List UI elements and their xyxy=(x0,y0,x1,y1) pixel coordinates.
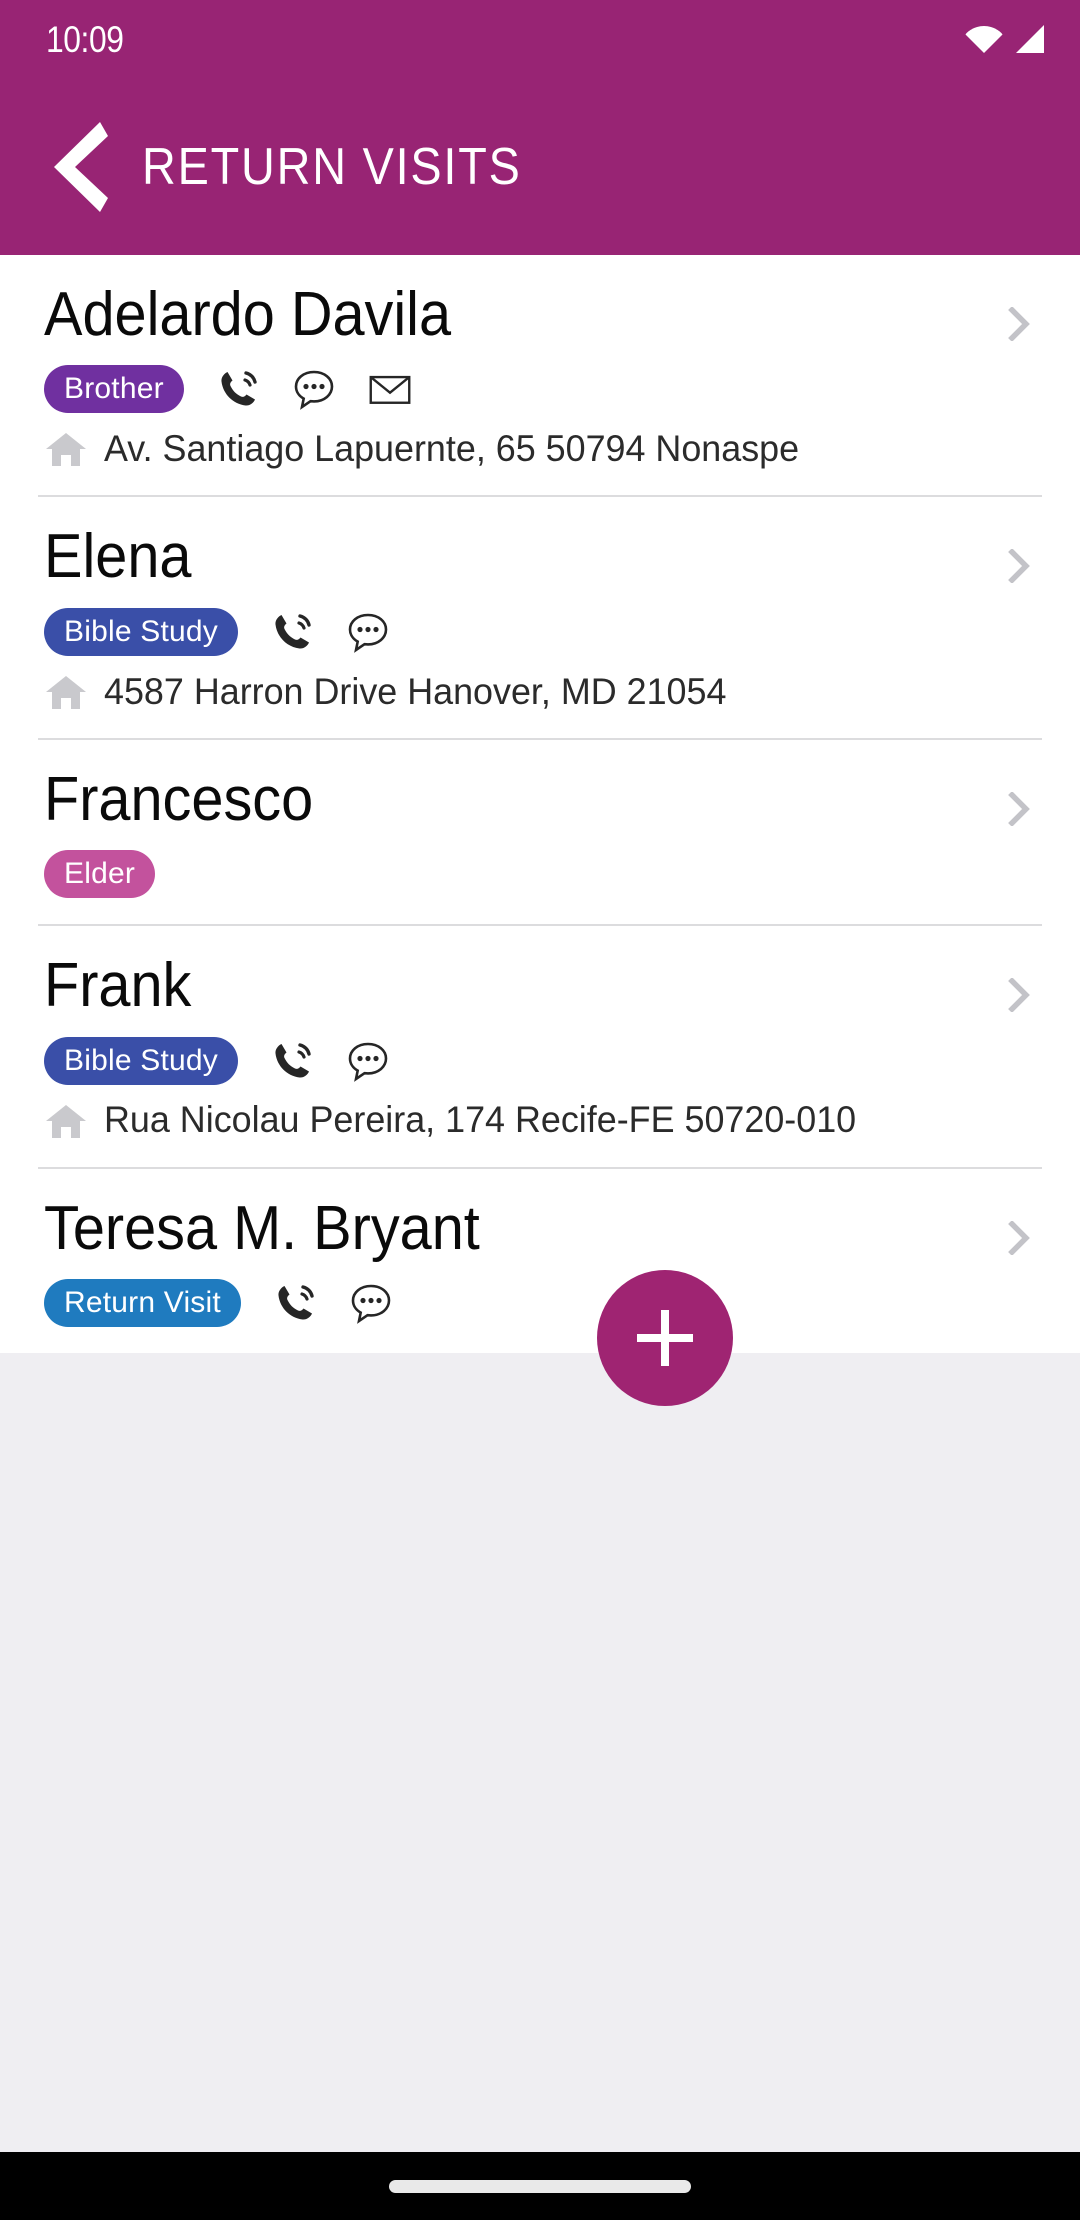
app-screen: 10:09 RETURN VISITS Adelardo Davila Brot… xyxy=(0,0,1080,2220)
status-badge[interactable]: Elder xyxy=(44,850,155,898)
status-bar-clock: 10:09 xyxy=(46,21,123,58)
contact-name: Elena xyxy=(44,525,970,589)
contact-actions xyxy=(270,1039,390,1083)
contact-address: Av. Santiago Lapuernte, 65 50794 Nonaspe xyxy=(104,430,799,469)
contact-meta-row: Elder xyxy=(44,850,1040,898)
contact-name: Teresa M. Bryant xyxy=(44,1197,970,1261)
status-badge[interactable]: Bible Study xyxy=(44,608,238,656)
phone-icon[interactable] xyxy=(273,1281,317,1325)
chevron-left-icon xyxy=(50,119,112,215)
back-button[interactable] xyxy=(48,124,114,210)
contact-meta-row: Return Visit xyxy=(44,1279,1040,1327)
email-icon[interactable] xyxy=(368,367,412,411)
list-item[interactable]: Frank Bible Study xyxy=(0,926,1080,1166)
contact-address-row: 4587 Harron Drive Hanover, MD 21054 xyxy=(44,672,1040,712)
status-badge[interactable]: Return Visit xyxy=(44,1279,241,1327)
phone-icon[interactable] xyxy=(270,610,314,654)
add-button[interactable] xyxy=(597,1270,733,1406)
contact-name: Adelardo Davila xyxy=(44,283,970,347)
chevron-right-icon xyxy=(1002,792,1036,826)
contact-address-row: Rua Nicolau Pereira, 174 Recife-FE 50720… xyxy=(44,1101,1040,1141)
message-icon[interactable] xyxy=(292,367,336,411)
message-icon[interactable] xyxy=(346,610,390,654)
wifi-icon xyxy=(965,24,1003,54)
phone-icon[interactable] xyxy=(216,367,260,411)
plus-icon-vertical xyxy=(661,1310,669,1366)
contact-address-row: Av. Santiago Lapuernte, 65 50794 Nonaspe xyxy=(44,429,1040,469)
status-bar-icons xyxy=(965,24,1046,54)
chevron-right-icon xyxy=(1002,549,1036,583)
list-item[interactable]: Elena Bible Study xyxy=(0,497,1080,737)
list-item[interactable]: Teresa M. Bryant Return Visit xyxy=(0,1169,1080,1353)
contact-address: Rua Nicolau Pereira, 174 Recife-FE 50720… xyxy=(104,1101,856,1140)
status-badge[interactable]: Bible Study xyxy=(44,1037,238,1085)
contact-meta-row: Brother xyxy=(44,365,1040,413)
chevron-right-icon xyxy=(1002,307,1036,341)
phone-icon[interactable] xyxy=(270,1039,314,1083)
contact-list: Adelardo Davila Brother xyxy=(0,255,1080,1353)
contact-name: Frank xyxy=(44,954,970,1018)
contact-actions xyxy=(273,1281,393,1325)
chevron-right-icon xyxy=(1002,1221,1036,1255)
contact-actions xyxy=(216,367,412,411)
status-badge[interactable]: Brother xyxy=(44,365,184,413)
status-bar: 10:09 xyxy=(0,0,1080,78)
chevron-right-icon xyxy=(1002,978,1036,1012)
home-icon xyxy=(44,1101,88,1141)
app-bar: RETURN VISITS xyxy=(0,78,1080,255)
page-title: RETURN VISITS xyxy=(142,141,522,193)
contact-actions xyxy=(270,610,390,654)
contact-meta-row: Bible Study xyxy=(44,1037,1040,1085)
home-gesture-pill[interactable] xyxy=(389,2180,691,2193)
home-icon xyxy=(44,429,88,469)
system-navigation-bar xyxy=(0,2152,1080,2220)
message-icon[interactable] xyxy=(349,1281,393,1325)
contact-meta-row: Bible Study xyxy=(44,608,1040,656)
cell-signal-icon xyxy=(1014,24,1046,54)
list-item[interactable]: Francesco Elder xyxy=(0,740,1080,924)
list-item[interactable]: Adelardo Davila Brother xyxy=(0,255,1080,495)
contact-address: 4587 Harron Drive Hanover, MD 21054 xyxy=(104,673,726,712)
home-icon xyxy=(44,672,88,712)
contact-name: Francesco xyxy=(44,768,970,832)
message-icon[interactable] xyxy=(346,1039,390,1083)
